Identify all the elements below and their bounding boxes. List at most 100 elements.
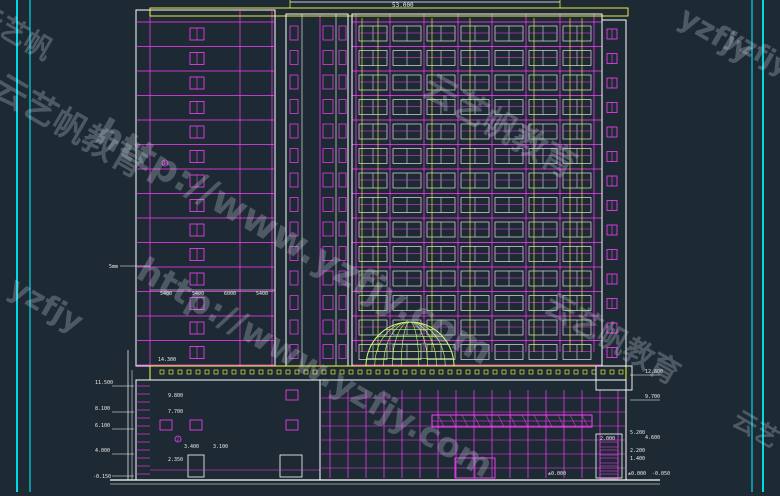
- podium-roof-level: 14.300: [158, 357, 176, 363]
- core-window: [290, 222, 298, 236]
- cornice-dentil: [286, 370, 290, 374]
- cornice-dentil: [394, 370, 398, 374]
- bay-dim-4: 5400: [256, 291, 268, 297]
- core-window: [290, 75, 298, 89]
- bay-dim-2: 5400: [192, 291, 204, 297]
- cornice-dentil: [520, 370, 524, 374]
- cornice-dentil: [547, 370, 551, 374]
- cornice-dentil: [223, 370, 227, 374]
- core-window: [339, 75, 346, 89]
- podium-right-bay-window: [600, 458, 618, 463]
- core-window: [290, 296, 298, 310]
- left-mid-level-3: 3.400: [184, 444, 199, 450]
- cornice-dentil: [196, 370, 200, 374]
- cornice-dentil: [457, 370, 461, 374]
- core-window: [323, 149, 333, 163]
- cornice-dentil: [556, 370, 560, 374]
- cornice-dentil: [214, 370, 218, 374]
- cornice-dentil: [439, 370, 443, 374]
- core-window: [290, 26, 298, 40]
- cornice-dentil: [385, 370, 389, 374]
- core-window: [290, 124, 298, 138]
- core-window: [290, 51, 298, 65]
- cornice-dentil: [349, 370, 353, 374]
- core-window: [323, 26, 333, 40]
- core-window: [323, 75, 333, 89]
- core-window: [290, 173, 298, 187]
- right-end-wall: [602, 20, 626, 366]
- cornice-dentil: [358, 370, 362, 374]
- axis-mark-1: 1: [164, 161, 167, 166]
- core-window: [339, 100, 346, 114]
- podium-cornice: [150, 366, 626, 380]
- core-window: [323, 100, 333, 114]
- core-window: [290, 198, 298, 212]
- core-window: [339, 320, 346, 334]
- core-window: [323, 51, 333, 65]
- cornice-dentil: [367, 370, 371, 374]
- cornice-dentil: [466, 370, 470, 374]
- core-window: [323, 222, 333, 236]
- cornice-dentil: [331, 370, 335, 374]
- cornice-dentil: [250, 370, 254, 374]
- left-marker-label: 5mm: [109, 264, 118, 270]
- left-level-4: 4.000: [95, 448, 110, 454]
- core-window: [339, 51, 346, 65]
- cornice-dentil: [493, 370, 497, 374]
- cad-canvas: 53.000 5mm 5400 5400 6000 5400 14.300 11…: [0, 0, 780, 492]
- core-window: [339, 26, 346, 40]
- core-window: [339, 149, 346, 163]
- left-mid-level-1: 9.800: [168, 393, 183, 399]
- cornice-dentil: [241, 370, 245, 374]
- core-window: [323, 320, 333, 334]
- cornice-dentil: [529, 370, 533, 374]
- core-window: [339, 173, 346, 187]
- podium-door: [188, 455, 204, 477]
- core-window: [323, 124, 333, 138]
- core-window: [323, 173, 333, 187]
- cornice-dentil: [601, 370, 605, 374]
- podium-window: [160, 420, 172, 430]
- cornice-dentil: [502, 370, 506, 374]
- core-window: [323, 345, 333, 359]
- cornice-dentil: [259, 370, 263, 374]
- core-window: [339, 271, 346, 285]
- right-level-1: 5.200: [630, 430, 645, 436]
- left-level-3: 6.100: [95, 423, 110, 429]
- right-level-4: 1.400: [630, 456, 645, 462]
- cornice-dentil: [475, 370, 479, 374]
- top-dimension-label: 53.000: [392, 2, 414, 9]
- left-mid-level-2: 7.700: [168, 409, 183, 415]
- left-tower-outline: [136, 10, 275, 366]
- cornice-dentil: [421, 370, 425, 374]
- cornice-dentil: [403, 370, 407, 374]
- podium-door: [280, 455, 302, 477]
- right-top-level: 12.800: [645, 369, 663, 375]
- podium-window: [190, 420, 202, 430]
- podium-window: [286, 420, 298, 430]
- right-level-3: 2.200: [630, 448, 645, 454]
- cornice-dentil: [619, 370, 623, 374]
- core-window: [339, 296, 346, 310]
- right-mid-level: 9.700: [645, 394, 660, 400]
- cornice-dentil: [511, 370, 515, 374]
- podium-window: [286, 390, 298, 400]
- core-window: [323, 247, 333, 261]
- left-bottom-level: -0.150: [93, 474, 111, 480]
- cornice-dentil: [313, 370, 317, 374]
- cornice-dentil: [268, 370, 272, 374]
- core-window: [290, 149, 298, 163]
- podium-right-bay-window: [600, 466, 618, 471]
- cornice-dentil: [448, 370, 452, 374]
- cornice-dentil: [538, 370, 542, 374]
- axis-mark-2: 2: [177, 437, 180, 442]
- core-window: [339, 198, 346, 212]
- left-level-2: 8.100: [95, 406, 110, 412]
- left-level-1: 11.500: [95, 380, 113, 386]
- core-window: [290, 320, 298, 334]
- right-tower-outline: [352, 14, 602, 366]
- cornice-dentil: [205, 370, 209, 374]
- cornice-dentil: [583, 370, 587, 374]
- right-bottom-level-2: -0.050: [652, 471, 670, 477]
- right-level-2: 4.600: [645, 435, 660, 441]
